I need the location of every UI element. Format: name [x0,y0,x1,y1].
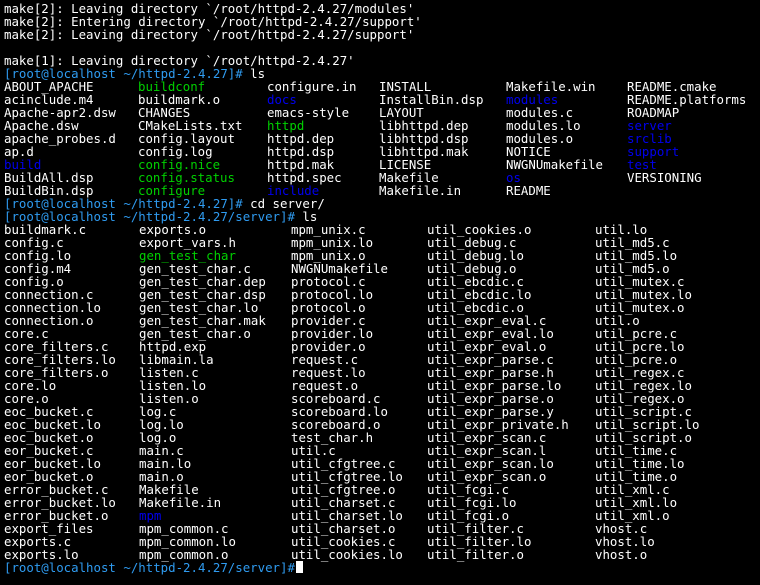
file-entry: util_filter.o [427,547,524,562]
file-entry: vhost.o [595,547,648,562]
file-entry: VERSIONING [627,170,702,185]
text-cursor [295,561,303,573]
file-entry: README [506,183,551,198]
shell-prompt: [root@localhost ~/httpd-2.4.27/server]# [4,560,295,575]
terminal-window[interactable]: make[2]: Leaving directory `/root/httpd-… [0,0,760,585]
active-prompt-line[interactable]: [root@localhost ~/httpd-2.4.27/server]# [4,561,303,574]
output-line: make[2]: Leaving directory `/root/httpd-… [4,27,415,42]
listing-row: connection.lo gen_test_char.lo protocol.o u… [0,301,760,314]
file-entry: util_cookies.lo [291,547,403,562]
file-entry: Makefile.in [379,183,462,198]
typed-command: ls [242,66,266,81]
